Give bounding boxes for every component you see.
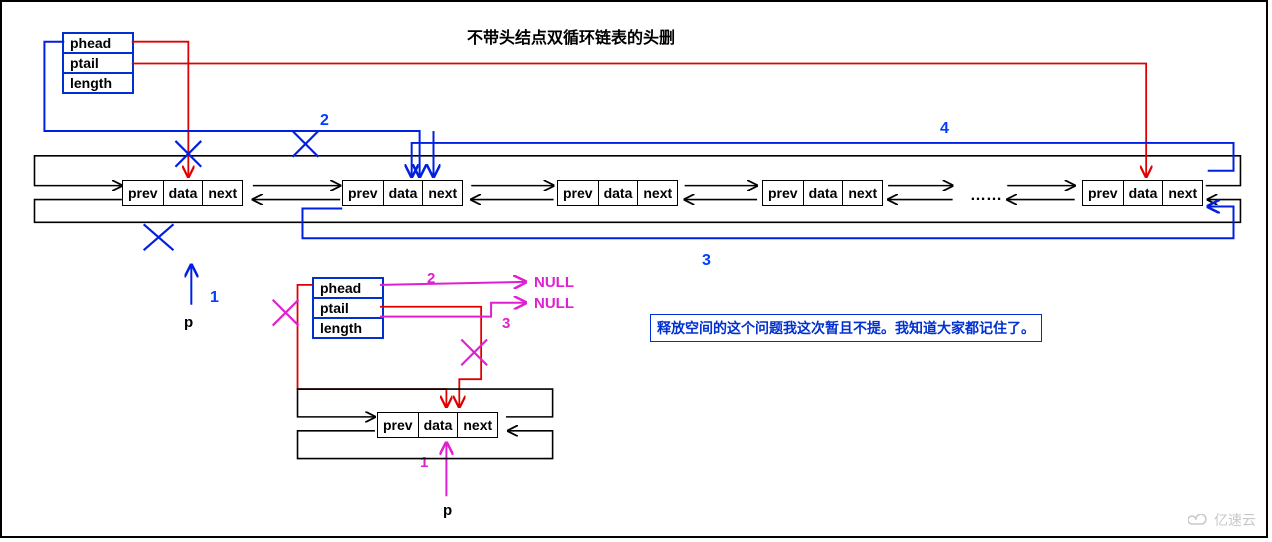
annotation-box: 释放空间的这个问题我这次暂且不提。我知道大家都记住了。 [650, 314, 1042, 342]
label-mid-1: 1 [420, 454, 428, 471]
header-length: length [64, 74, 132, 92]
label-4: 4 [940, 120, 949, 138]
node-next: next [1163, 181, 1202, 205]
header-length: length [314, 319, 382, 337]
watermark: 亿速云 [1188, 510, 1256, 530]
watermark-text: 亿速云 [1214, 512, 1256, 528]
node-prev: prev [378, 413, 419, 437]
label-p: p [184, 314, 193, 331]
ellipsis: …… [970, 187, 1002, 205]
list-header-top: phead ptail length [62, 32, 134, 94]
header-ptail: ptail [64, 54, 132, 74]
node-prev: prev [123, 181, 164, 205]
diagram-title: 不带头结点双循环链表的头删 [467, 24, 675, 48]
label-2: 2 [320, 112, 329, 130]
diagram-canvas: 不带头结点双循环链表的头删 phead ptail length prev da… [0, 0, 1268, 538]
node-last: prev data next [1082, 180, 1203, 206]
node-data: data [804, 181, 844, 205]
header-phead: phead [314, 279, 382, 299]
node-4: prev data next [762, 180, 883, 206]
node-next: next [458, 413, 497, 437]
header-ptail: ptail [314, 299, 382, 319]
label-1: 1 [210, 289, 219, 307]
node-next: next [638, 181, 677, 205]
node-data: data [1124, 181, 1164, 205]
node-3: prev data next [557, 180, 678, 206]
node-1: prev data next [122, 180, 243, 206]
node-prev: prev [1083, 181, 1124, 205]
node-next: next [423, 181, 462, 205]
null-1: NULL [534, 274, 574, 291]
node-data: data [599, 181, 639, 205]
node-data: data [419, 413, 459, 437]
label-3: 3 [702, 252, 711, 270]
node-prev: prev [763, 181, 804, 205]
node-next: next [843, 181, 882, 205]
list-header-mid: phead ptail length [312, 277, 384, 339]
node-single: prev data next [377, 412, 498, 438]
node-data: data [164, 181, 204, 205]
header-phead: phead [64, 34, 132, 54]
label-mid-p: p [443, 502, 452, 519]
node-next: next [203, 181, 242, 205]
arrows-overlay [2, 2, 1266, 536]
node-2: prev data next [342, 180, 463, 206]
node-prev: prev [343, 181, 384, 205]
label-mid-3: 3 [502, 315, 510, 332]
null-2: NULL [534, 295, 574, 312]
label-mid-2: 2 [427, 270, 435, 287]
node-prev: prev [558, 181, 599, 205]
node-data: data [384, 181, 424, 205]
